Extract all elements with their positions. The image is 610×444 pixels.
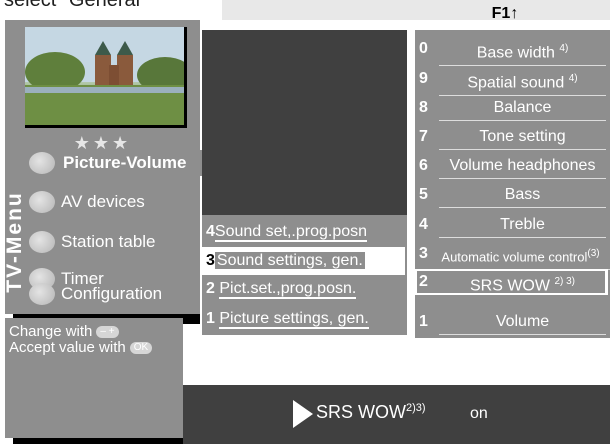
item-number: 9 bbox=[419, 70, 428, 87]
item-label: Spatial sound bbox=[467, 74, 565, 92]
ok-key-icon: OK bbox=[129, 342, 153, 355]
item-number: 6 bbox=[419, 157, 428, 174]
status-label-text: SRS WOW bbox=[316, 402, 406, 422]
tv-menu-panel: ★★★ TV-Menu Picture-Volume AV devices St… bbox=[3, 20, 203, 314]
setting-bass[interactable]: 5 Bass bbox=[419, 183, 610, 208]
circle-icon bbox=[29, 231, 55, 253]
item-label: Automatic volume control bbox=[441, 249, 588, 265]
menu-item-label: Configuration bbox=[61, 284, 163, 303]
status-setting-name: SRS WOW2)3) bbox=[316, 402, 426, 423]
header-title: select "General" bbox=[4, 0, 148, 11]
item-label-wrap: Automatic volume control(3) bbox=[431, 242, 610, 271]
sound-picture-submenu: 4Sound set,.prog.posn 3 Sound settings, g… bbox=[202, 215, 407, 335]
landscape-image bbox=[25, 27, 184, 125]
tv-menu-vertical-label: TV-Menu bbox=[3, 191, 26, 293]
setting-treble[interactable]: 4 Treble bbox=[419, 213, 610, 238]
item-label-wrap: SRS WOW 2) 3) bbox=[439, 270, 606, 298]
item-label: Volume headphones bbox=[439, 154, 606, 179]
item-label: SRS WOW bbox=[469, 277, 550, 295]
footnote: 4) bbox=[568, 73, 578, 84]
setting-srs-wow[interactable]: 2 SRS WOW 2) 3) bbox=[419, 270, 610, 294]
help-text: Change with bbox=[9, 323, 93, 340]
footnote: (3) bbox=[587, 248, 600, 259]
submenu-item-sound-general[interactable]: 3 Sound settings, gen. bbox=[206, 248, 365, 274]
item-label: Bass bbox=[439, 183, 606, 208]
menu-item-configuration[interactable]: Configuration bbox=[29, 279, 162, 309]
panel-shadow bbox=[13, 438, 183, 444]
item-number: 3 bbox=[206, 252, 215, 269]
item-number: 1 bbox=[206, 310, 215, 327]
help-accept-line: Accept value with OK bbox=[9, 339, 153, 356]
f1-label: F1 bbox=[491, 5, 511, 22]
side-label: TV-Menu bbox=[3, 172, 27, 312]
item-number: 4 bbox=[419, 216, 428, 233]
menu-item-av-devices[interactable]: AV devices bbox=[29, 187, 145, 217]
play-arrow-icon bbox=[293, 400, 313, 428]
submenu-item-picture-prog[interactable]: 2 Pict.set.,prog.posn. bbox=[206, 276, 357, 302]
setting-volume-headphones[interactable]: 6 Volume headphones bbox=[419, 154, 610, 179]
submenu-item-sound-prog[interactable]: 4Sound set,.prog.posn bbox=[206, 219, 368, 245]
footnote: 2)3) bbox=[406, 402, 426, 414]
item-number: 2 bbox=[419, 273, 428, 290]
minus-plus-key-icon: – + bbox=[96, 326, 119, 339]
item-label: Tone setting bbox=[439, 125, 606, 150]
item-number: 8 bbox=[419, 99, 428, 116]
footnote: 2) 3) bbox=[554, 276, 575, 287]
item-number: 4 bbox=[206, 223, 215, 240]
preview-thumbnail bbox=[25, 27, 187, 128]
menu-item-label: Station table bbox=[61, 232, 156, 251]
item-label: Balance bbox=[439, 96, 606, 121]
status-bar: SRS WOW2)3) on bbox=[183, 385, 610, 444]
item-number: 1 bbox=[419, 313, 428, 330]
item-label: Pict.set.,prog.posn. bbox=[219, 280, 357, 299]
f1-key-indicator[interactable]: F1↑ bbox=[470, 5, 540, 27]
help-change-line: Change with – + bbox=[9, 324, 119, 340]
menu-item-station-table[interactable]: Station table bbox=[29, 227, 156, 257]
menu-item-label: Picture-Volume bbox=[61, 153, 189, 173]
sound-settings-panel: 0 Base width 4) 9 Spatial sound 4) 8 Bal… bbox=[415, 30, 610, 338]
setting-automatic-volume-control[interactable]: 3 Automatic volume control(3) bbox=[419, 242, 610, 271]
circle-icon bbox=[29, 283, 55, 305]
status-setting-value[interactable]: on bbox=[470, 405, 488, 423]
item-label: Volume bbox=[439, 310, 606, 335]
item-number: 0 bbox=[419, 40, 428, 57]
help-panel: Change with – + Accept value with OK bbox=[5, 318, 183, 438]
menu-item-picture-volume[interactable]: Picture-Volume bbox=[29, 148, 189, 178]
setting-tone[interactable]: 7 Tone setting bbox=[419, 125, 610, 150]
arrow-up-icon: ↑ bbox=[510, 5, 519, 22]
item-number: 2 bbox=[206, 280, 215, 297]
circle-icon bbox=[29, 191, 55, 213]
setting-volume[interactable]: 1 Volume bbox=[419, 310, 610, 335]
item-label: Picture settings, gen. bbox=[219, 310, 369, 329]
item-number: 3 bbox=[419, 245, 428, 262]
setting-balance[interactable]: 8 Balance bbox=[419, 96, 610, 121]
preview-area bbox=[202, 30, 407, 215]
item-label-wrap: Spatial sound 4) bbox=[439, 67, 606, 97]
item-label: Sound set,.prog.posn bbox=[214, 223, 368, 242]
help-text: Accept value with bbox=[9, 339, 126, 356]
item-number: 7 bbox=[419, 128, 428, 145]
item-label-wrap: Base width 4) bbox=[439, 37, 606, 67]
item-label: Sound settings, gen. bbox=[214, 252, 365, 269]
submenu-item-picture-general[interactable]: 1 Picture settings, gen. bbox=[206, 306, 369, 332]
setting-base-width[interactable]: 0 Base width 4) bbox=[419, 37, 610, 67]
item-number: 5 bbox=[419, 186, 428, 203]
item-label: Base width bbox=[476, 44, 555, 62]
setting-spatial-sound[interactable]: 9 Spatial sound 4) bbox=[419, 67, 610, 97]
footnote: 4) bbox=[559, 43, 569, 54]
top-bar bbox=[222, 0, 610, 20]
circle-icon bbox=[29, 152, 55, 174]
menu-item-label: AV devices bbox=[61, 192, 145, 211]
item-label: Treble bbox=[439, 213, 606, 238]
